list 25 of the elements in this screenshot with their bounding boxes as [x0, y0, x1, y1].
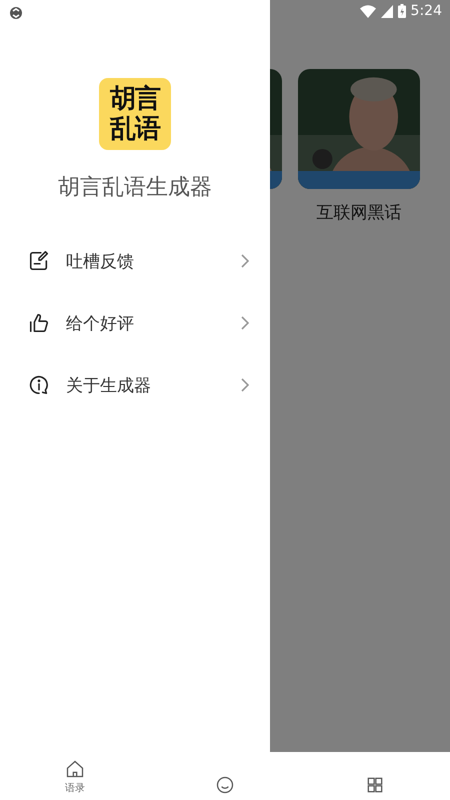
menu-item[interactable]: 关于生成器 — [0, 354, 270, 416]
thumbs-up-icon — [28, 312, 50, 334]
menu-label: 给个好评 — [66, 312, 135, 334]
home-icon — [65, 759, 85, 779]
chevron-right-icon — [240, 253, 250, 269]
edit-note-icon — [28, 250, 50, 272]
status-time: 5:24 — [410, 3, 442, 19]
logo-text: 乱语 — [110, 114, 160, 144]
smile-icon — [215, 775, 235, 795]
nav-tab[interactable]: 语录 — [0, 752, 150, 800]
card-caption: 互联网黑话 — [316, 202, 402, 224]
menu-item[interactable]: 给个好评 — [0, 292, 270, 354]
sync-icon — [9, 6, 23, 20]
chevron-right-icon — [240, 315, 250, 331]
menu-label: 关于生成器 — [66, 374, 152, 396]
menu-label: 吐槽反馈 — [66, 250, 135, 272]
info-icon — [28, 374, 50, 396]
wifi-icon — [360, 4, 376, 18]
chevron-right-icon — [240, 377, 250, 393]
app-name: 胡言乱语生成器 — [58, 174, 212, 202]
menu-item[interactable]: 吐槽反馈 — [0, 230, 270, 292]
battery-icon — [398, 4, 406, 18]
grid-icon — [365, 775, 385, 795]
logo-text: 胡言 — [110, 84, 160, 114]
signal-icon — [380, 4, 393, 18]
